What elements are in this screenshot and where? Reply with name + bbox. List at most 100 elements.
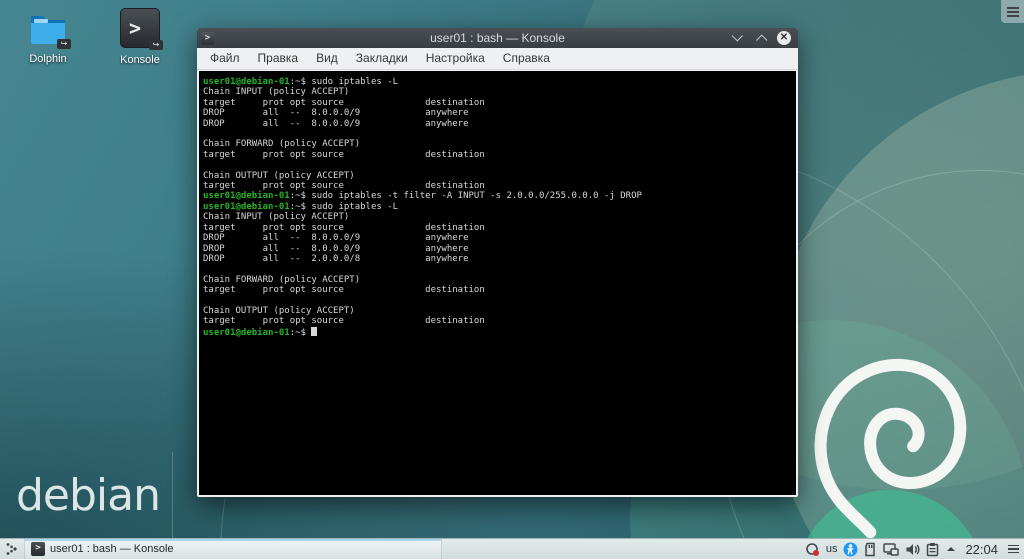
terminal-line: user01@debian-01:~$ [203,327,793,338]
terminal-line: DROP all -- 8.0.0.0/9 anywhere [203,108,793,118]
panel-hamburger-icon [1008,548,1019,550]
window-title: user01 : bash — Konsole [197,31,798,45]
close-icon: ✕ [777,31,791,45]
desktop-icon-label: Konsole [102,54,178,66]
minimize-button[interactable] [731,31,745,45]
terminal-line: DROP all -- 8.0.0.0/9 anywhere [203,233,793,243]
terminal-line: Chain INPUT (policy ACCEPT) [203,212,793,222]
task-label: user01 : bash — Konsole [50,543,174,555]
system-tray: us 22:04 [805,539,1024,560]
output-text: Chain INPUT (policy ACCEPT) [203,212,349,222]
output-text: target prot opt source destination [203,150,485,160]
tray-expander-icon[interactable] [945,544,957,554]
output-text: target prot opt source destination [203,223,485,233]
chevron-down-icon [732,30,743,41]
terminal-line: Chain FORWARD (policy ACCEPT) [203,275,793,285]
desktop[interactable]: debian ↪ Dolphin > ↪ Konsole > user01 : … [0,0,1024,538]
menu-view[interactable]: Вид [307,48,347,69]
menu-settings[interactable]: Настройка [417,48,494,69]
menu-edit[interactable]: Правка [249,48,308,69]
terminal-line: target prot opt source destination [203,98,793,108]
volume-icon[interactable] [905,542,920,557]
terminal-line: DROP all -- 8.0.0.0/9 anywhere [203,244,793,254]
desktop-icon-konsole[interactable]: > ↪ Konsole [102,7,178,66]
prompt-text: user01@debian-01 [203,77,290,87]
output-text: :~$ sudo iptables -L [290,202,398,212]
output-text: :~$ sudo iptables -t filter -A INPUT -s … [290,191,642,201]
wallpaper-line [172,452,173,538]
konsole-terminal-icon: > ↪ [119,8,161,50]
application-launcher-button[interactable] [0,539,24,559]
terminal-line [203,129,793,139]
output-text: DROP all -- 8.0.0.0/9 anywhere [203,244,469,254]
accessibility-icon[interactable] [843,542,858,557]
output-text: target prot opt source destination [203,181,485,191]
taskbar-panel: > user01 : bash — Konsole us [0,538,1024,559]
taskbar-task-konsole[interactable]: > user01 : bash — Konsole [24,539,442,559]
desktop-toolbox-button[interactable] [1001,0,1024,23]
shortcut-link-badge-icon: ↪ [57,39,71,49]
cursor-block [311,327,317,336]
output-text: target prot opt source destination [203,98,485,108]
output-text: Chain OUTPUT (policy ACCEPT) [203,306,355,316]
output-text: Chain OUTPUT (policy ACCEPT) [203,171,355,181]
display-icon[interactable] [883,542,899,557]
output-text: target prot opt source destination [203,285,485,295]
output-text: DROP all -- 8.0.0.0/9 anywhere [203,119,469,129]
output-text: DROP all -- 8.0.0.0/9 anywhere [203,108,469,118]
prompt-text: user01@debian-01 [203,202,290,212]
output-text: Chain FORWARD (policy ACCEPT) [203,275,360,285]
clipboard-icon[interactable] [926,542,939,557]
terminal-line: Chain FORWARD (policy ACCEPT) [203,139,793,149]
panel-menu-button[interactable] [1006,542,1020,556]
update-notifier-icon[interactable] [805,542,820,557]
device-notifier-icon[interactable] [864,542,877,557]
menu-help[interactable]: Справка [494,48,559,69]
konsole-window: > user01 : bash — Konsole ✕ Файл Правка … [197,28,798,497]
terminal-line: target prot opt source destination [203,223,793,233]
prompt-text: user01@debian-01 [203,328,290,338]
terminal-line: target prot opt source destination [203,181,793,191]
terminal-line: DROP all -- 8.0.0.0/9 anywhere [203,119,793,129]
terminal-line [203,160,793,170]
terminal-line: Chain OUTPUT (policy ACCEPT) [203,306,793,316]
terminal-line: Chain INPUT (policy ACCEPT) [203,87,793,97]
terminal-line: DROP all -- 2.0.0.0/8 anywhere [203,254,793,264]
chevron-up-icon [756,34,767,45]
window-titlebar[interactable]: > user01 : bash — Konsole ✕ [197,28,798,48]
shortcut-link-badge-icon: ↪ [149,40,163,50]
terminal-line: target prot opt source destination [203,316,793,326]
digital-clock[interactable]: 22:04 [963,542,1000,557]
konsole-task-icon: > [31,542,45,556]
prompt-text: user01@debian-01 [203,191,290,201]
maximize-button[interactable] [754,31,768,45]
kicker-arrow-icon [5,542,19,556]
desktop-icon-label: Dolphin [10,53,86,65]
terminal-line: target prot opt source destination [203,150,793,160]
terminal-line [203,296,793,306]
terminal-line [203,264,793,274]
menu-file[interactable]: Файл [201,48,249,69]
terminal-output[interactable]: user01@debian-01:~$ sudo iptables -LChai… [199,71,796,495]
keyboard-layout-indicator[interactable]: us [826,543,838,555]
terminal-line: user01@debian-01:~$ sudo iptables -L [203,77,793,87]
terminal-line: target prot opt source destination [203,285,793,295]
window-menubar: Файл Правка Вид Закладки Настройка Справ… [197,48,798,70]
output-text: :~$ [290,328,312,338]
output-text: target prot opt source destination [203,316,485,326]
output-text: :~$ sudo iptables -L [290,77,398,87]
hamburger-icon [1007,11,1019,13]
output-text: Chain INPUT (policy ACCEPT) [203,87,349,97]
terminal-line: Chain OUTPUT (policy ACCEPT) [203,171,793,181]
output-text: DROP all -- 2.0.0.0/8 anywhere [203,254,469,264]
dolphin-folder-icon: ↪ [27,7,69,49]
close-button[interactable]: ✕ [777,31,791,45]
terminal-line: user01@debian-01:~$ sudo iptables -t fil… [203,191,793,201]
output-text: DROP all -- 8.0.0.0/9 anywhere [203,233,469,243]
output-text: Chain FORWARD (policy ACCEPT) [203,139,360,149]
terminal-line: user01@debian-01:~$ sudo iptables -L [203,202,793,212]
debian-swirl-logo [798,333,970,538]
menu-bookmarks[interactable]: Закладки [347,48,417,69]
debian-wordmark: debian [16,470,160,521]
desktop-icon-dolphin[interactable]: ↪ Dolphin [10,7,86,65]
